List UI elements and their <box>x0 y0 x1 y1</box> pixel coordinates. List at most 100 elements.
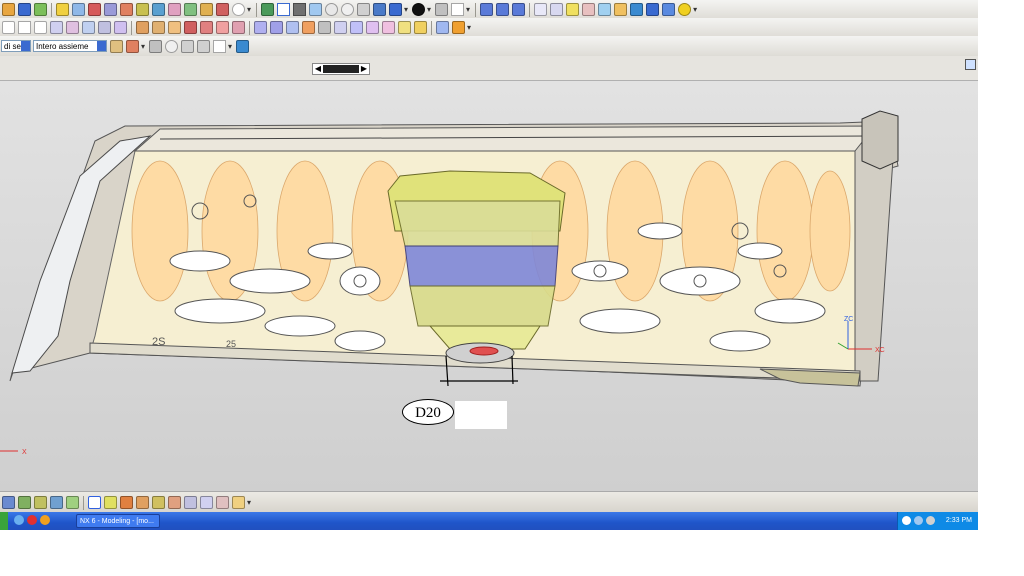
cone-icon[interactable] <box>662 3 676 16</box>
dropdown-arrow-icon[interactable]: ▾ <box>404 5 408 14</box>
intersect-curve-icon[interactable] <box>114 21 127 34</box>
group-face-icon[interactable] <box>398 21 411 34</box>
snap-settings-icon[interactable] <box>126 39 139 53</box>
offset-face-icon[interactable] <box>232 21 245 34</box>
snap-intersect-icon[interactable] <box>168 496 181 509</box>
copy-layer-icon[interactable] <box>50 496 63 509</box>
box-select-icon[interactable] <box>213 39 227 53</box>
snap-curve-icon[interactable] <box>216 496 229 509</box>
opera-icon[interactable] <box>27 515 37 525</box>
section-icon[interactable] <box>435 3 449 16</box>
curve-analysis-icon[interactable] <box>582 3 596 16</box>
snap-face-icon[interactable] <box>200 496 213 509</box>
snap-end-icon[interactable] <box>496 3 510 16</box>
wcs-orient-icon[interactable] <box>88 496 101 509</box>
fit-icon[interactable] <box>261 3 275 16</box>
delete-face-icon[interactable] <box>286 21 299 34</box>
mold-wizard-icon[interactable] <box>436 21 449 34</box>
copy-face-icon[interactable] <box>334 21 347 34</box>
face-analysis-icon[interactable] <box>598 3 612 16</box>
network-icon[interactable] <box>914 516 923 525</box>
restore-window-icon[interactable] <box>965 59 976 70</box>
chamfer-icon[interactable] <box>136 3 149 16</box>
dropdown-arrow-icon[interactable]: ▾ <box>247 5 251 14</box>
trim-body-icon[interactable] <box>216 3 229 16</box>
snap-point-icon[interactable] <box>480 3 494 16</box>
media-icon[interactable] <box>40 515 50 525</box>
dropdown-arrow-icon[interactable]: ▾ <box>427 5 431 14</box>
draft-analysis-icon[interactable] <box>614 3 628 16</box>
task-nx-modeling[interactable]: NX 6 - Modeling - [mo... <box>76 514 160 528</box>
snap-mid-icon[interactable] <box>512 3 526 16</box>
redo-icon[interactable] <box>197 39 211 53</box>
pattern-face-icon[interactable] <box>318 21 331 34</box>
replace-face-icon[interactable] <box>270 21 283 34</box>
dropdown-arrow-icon[interactable]: ▾ <box>228 42 232 51</box>
snap-existing-icon[interactable] <box>184 496 197 509</box>
assembly-scope-combo[interactable]: Intero assieme <box>33 40 107 52</box>
sphere-icon[interactable] <box>678 3 692 16</box>
wcs-icon[interactable] <box>66 496 79 509</box>
revolve-icon[interactable] <box>88 3 101 16</box>
tool-icon[interactable] <box>452 21 465 34</box>
close-view-icon[interactable] <box>277 3 291 16</box>
snap-center-icon[interactable] <box>136 496 149 509</box>
move-layer-icon[interactable] <box>34 496 47 509</box>
dropdown-arrow-icon[interactable]: ▾ <box>693 5 697 14</box>
pattern-icon[interactable] <box>200 3 213 16</box>
edge-display-icon[interactable] <box>412 3 426 16</box>
scroll-left-icon[interactable]: ◀ <box>313 64 323 74</box>
synchronous-move-icon[interactable] <box>254 21 267 34</box>
extrude-icon[interactable] <box>72 3 85 16</box>
rectangle-icon[interactable] <box>18 21 31 34</box>
polygon-icon[interactable] <box>34 21 47 34</box>
blend-icon[interactable] <box>120 3 133 16</box>
help-icon[interactable] <box>902 516 911 525</box>
dropdown-arrow-icon[interactable]: ▾ <box>467 23 471 32</box>
analysis-icon[interactable] <box>566 3 580 16</box>
start-button[interactable] <box>0 512 8 530</box>
ie-icon[interactable] <box>14 515 24 525</box>
magnify-icon[interactable] <box>325 3 339 16</box>
selection-filter-combo[interactable]: di sele <box>1 40 31 52</box>
shell-icon[interactable] <box>152 3 165 16</box>
bounded-plane-icon[interactable] <box>168 21 181 34</box>
rotate-icon[interactable] <box>341 3 355 16</box>
extract-icon[interactable] <box>216 21 229 34</box>
volume-icon[interactable] <box>926 516 935 525</box>
cut-face-icon[interactable] <box>382 21 395 34</box>
offset-curve-icon[interactable] <box>82 21 95 34</box>
through-curves-icon[interactable] <box>136 21 149 34</box>
snap-quadrant-icon[interactable] <box>152 496 165 509</box>
arrow-select-icon[interactable] <box>149 39 163 53</box>
mirror-icon[interactable] <box>184 3 197 16</box>
undo-icon[interactable] <box>181 39 195 53</box>
grid-icon[interactable] <box>293 3 307 16</box>
draft-icon[interactable] <box>168 3 181 16</box>
part-navigator-icon[interactable] <box>236 39 250 53</box>
cylinder-icon[interactable] <box>646 3 660 16</box>
color-icon[interactable] <box>451 3 465 16</box>
pan-icon[interactable] <box>357 3 371 16</box>
snap-pole-icon[interactable] <box>232 496 245 509</box>
snap-midpoint-icon[interactable] <box>120 496 133 509</box>
render-icon[interactable] <box>630 3 644 16</box>
line-icon[interactable] <box>2 21 15 34</box>
label-face-icon[interactable] <box>414 21 427 34</box>
measure-icon[interactable] <box>550 3 564 16</box>
chevron-down-icon[interactable] <box>97 41 106 51</box>
shaded-icon[interactable] <box>389 3 403 16</box>
spline-icon[interactable] <box>66 21 79 34</box>
scroll-right-icon[interactable]: ▶ <box>359 64 369 74</box>
dropdown-arrow-icon[interactable]: ▾ <box>466 5 470 14</box>
scroll-thumb[interactable] <box>323 65 359 73</box>
swept-icon[interactable] <box>152 21 165 34</box>
arc-icon[interactable] <box>50 21 63 34</box>
tab-scroller[interactable]: ◀ ▶ <box>312 63 370 75</box>
layer-settings-icon[interactable] <box>2 496 15 509</box>
select-feature-icon[interactable] <box>110 39 123 53</box>
zoom-icon[interactable] <box>309 3 323 16</box>
patch-icon[interactable] <box>200 21 213 34</box>
open-icon[interactable] <box>18 3 31 16</box>
sketch-icon[interactable] <box>56 3 69 16</box>
